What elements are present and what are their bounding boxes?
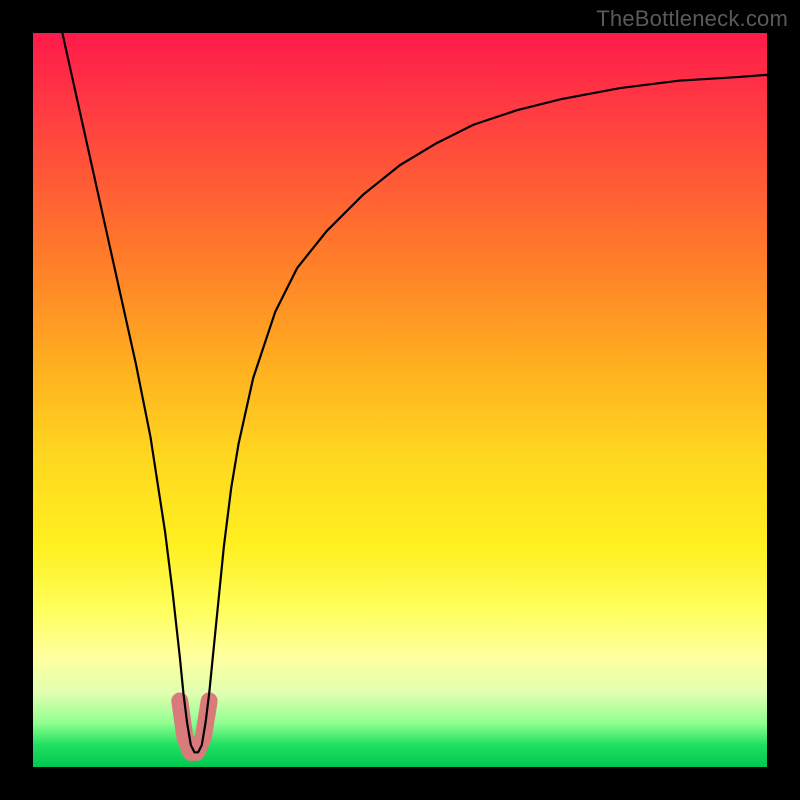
curve-line bbox=[62, 33, 767, 752]
watermark-text: TheBottleneck.com bbox=[596, 6, 788, 32]
chart-svg bbox=[33, 33, 767, 767]
plot-area bbox=[33, 33, 767, 767]
chart-frame: TheBottleneck.com bbox=[0, 0, 800, 800]
